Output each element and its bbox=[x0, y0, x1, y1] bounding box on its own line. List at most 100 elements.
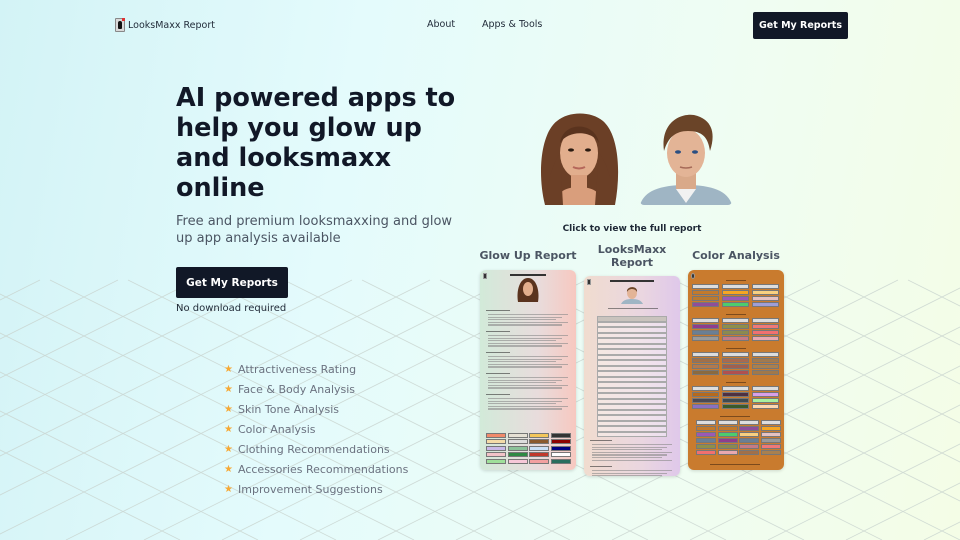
feature-item: ★ Face & Body Analysis bbox=[224, 379, 408, 399]
feature-item: ★ Skin Tone Analysis bbox=[224, 399, 408, 419]
color-swatch bbox=[507, 433, 528, 438]
color-swatch bbox=[722, 330, 749, 335]
color-swatch bbox=[722, 392, 749, 397]
report-logo-icon bbox=[691, 273, 695, 279]
nav-get-reports-button[interactable]: Get My Reports bbox=[753, 12, 848, 39]
color-swatch bbox=[692, 364, 719, 369]
report-title-glow-up: Glow Up Report bbox=[479, 249, 577, 262]
star-icon: ★ bbox=[224, 443, 233, 455]
color-swatch bbox=[692, 370, 719, 375]
text-line bbox=[488, 316, 562, 318]
text-line bbox=[486, 331, 510, 333]
grid-line bbox=[0, 449, 181, 540]
text-line bbox=[592, 446, 667, 448]
male-portrait[interactable] bbox=[640, 113, 732, 205]
report-title-looksmaxx: LooksMaxx Report bbox=[597, 243, 667, 269]
text-line bbox=[592, 470, 672, 472]
text-line bbox=[488, 321, 568, 323]
glow-up-report-card[interactable] bbox=[480, 270, 576, 470]
color-swatch bbox=[696, 420, 716, 425]
color-swatch bbox=[752, 352, 779, 357]
hero-get-reports-button[interactable]: Get My Reports bbox=[176, 267, 288, 298]
color-swatch bbox=[692, 358, 719, 363]
color-swatch bbox=[696, 426, 716, 431]
color-swatch bbox=[722, 352, 749, 357]
feature-item: ★ Color Analysis bbox=[224, 419, 408, 439]
feature-list: ★ Attractiveness Rating ★ Face & Body Anal… bbox=[224, 359, 408, 499]
grid-line bbox=[829, 279, 960, 346]
report-portrait-thumb bbox=[621, 287, 643, 304]
female-portrait[interactable] bbox=[533, 113, 625, 205]
color-swatch bbox=[752, 336, 779, 341]
report-logo-icon bbox=[483, 273, 487, 279]
color-swatch bbox=[752, 284, 779, 289]
text-line bbox=[592, 457, 662, 459]
color-swatch bbox=[717, 444, 738, 449]
color-swatch bbox=[722, 336, 749, 341]
color-swatch bbox=[692, 392, 719, 397]
text-line bbox=[726, 280, 746, 282]
color-swatch bbox=[696, 432, 716, 437]
logo-link[interactable]: LooksMaxx Report bbox=[115, 18, 215, 32]
text-line bbox=[488, 335, 568, 337]
color-swatch bbox=[529, 452, 549, 458]
feature-item: ★ Improvement Suggestions bbox=[224, 479, 408, 499]
color-analysis-report-card[interactable] bbox=[688, 270, 784, 470]
feature-item: ★ Attractiveness Rating bbox=[224, 359, 408, 379]
color-swatch bbox=[739, 420, 759, 425]
report-portrait-thumb bbox=[517, 278, 539, 302]
hero-subtitle: Free and premium looksmaxxing and glow u… bbox=[176, 214, 453, 246]
nav-link-apps-tools[interactable]: Apps & Tools bbox=[482, 19, 542, 30]
color-swatch bbox=[722, 370, 749, 375]
grid-line bbox=[0, 410, 259, 540]
looksmaxx-report-card[interactable] bbox=[584, 276, 680, 476]
grid-line bbox=[767, 443, 960, 540]
color-swatch bbox=[717, 450, 738, 455]
text-line bbox=[486, 310, 510, 312]
color-swatch bbox=[760, 438, 781, 443]
color-swatch bbox=[739, 438, 759, 443]
text-line bbox=[726, 382, 746, 384]
text-line bbox=[726, 314, 746, 316]
report-logo-icon bbox=[587, 279, 591, 285]
color-swatch bbox=[507, 439, 528, 445]
color-swatch bbox=[752, 302, 779, 307]
grid-line bbox=[845, 482, 960, 540]
text-line bbox=[592, 454, 667, 456]
color-swatch bbox=[550, 433, 571, 438]
grid-line bbox=[907, 279, 960, 307]
color-swatch bbox=[752, 370, 779, 375]
star-icon: ★ bbox=[224, 363, 233, 375]
color-swatch bbox=[550, 445, 571, 451]
color-swatch bbox=[692, 296, 719, 301]
report-heading bbox=[610, 280, 654, 282]
text-line bbox=[488, 363, 568, 365]
color-swatch bbox=[717, 432, 738, 437]
text-line bbox=[488, 340, 556, 342]
color-swatch bbox=[529, 445, 549, 451]
color-swatch bbox=[752, 386, 779, 391]
text-line bbox=[592, 451, 672, 453]
text-line bbox=[488, 405, 568, 407]
text-line bbox=[488, 379, 562, 381]
color-swatch bbox=[760, 450, 781, 455]
text-line bbox=[488, 387, 562, 389]
color-swatch bbox=[692, 352, 719, 357]
color-swatch bbox=[717, 420, 738, 425]
color-swatch bbox=[722, 386, 749, 391]
text-line bbox=[590, 440, 612, 442]
nav-link-about[interactable]: About bbox=[427, 19, 455, 30]
color-swatch bbox=[722, 290, 749, 295]
feature-label: Skin Tone Analysis bbox=[238, 402, 340, 416]
grid-line bbox=[0, 279, 197, 379]
text-line bbox=[488, 337, 562, 339]
text-line bbox=[486, 352, 510, 354]
color-swatch bbox=[760, 432, 781, 437]
color-swatch bbox=[692, 324, 719, 329]
star-icon: ★ bbox=[224, 463, 233, 475]
color-swatch bbox=[550, 452, 571, 458]
color-swatch bbox=[722, 324, 749, 329]
color-swatch bbox=[529, 433, 549, 438]
text-line bbox=[488, 314, 568, 316]
color-swatch bbox=[722, 404, 749, 409]
